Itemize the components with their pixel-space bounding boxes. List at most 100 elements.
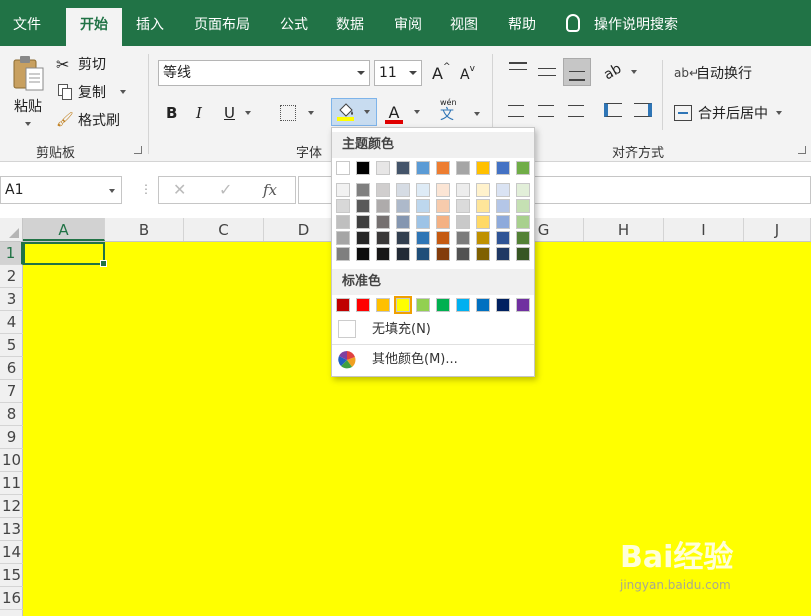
theme-color-swatch[interactable] bbox=[336, 161, 350, 175]
standard-color-swatch[interactable] bbox=[476, 298, 490, 312]
row-header-1[interactable]: 1 bbox=[0, 242, 23, 265]
theme-shade-swatch[interactable] bbox=[436, 215, 450, 229]
tab-1[interactable]: 开始 bbox=[66, 8, 122, 46]
theme-shade-swatch[interactable] bbox=[356, 183, 370, 197]
theme-shade-swatch[interactable] bbox=[496, 247, 510, 261]
enter-icon[interactable]: ✓ bbox=[219, 180, 232, 199]
row-header-9[interactable]: 9 bbox=[0, 426, 23, 449]
tab-2[interactable]: 插入 bbox=[126, 8, 174, 46]
theme-shade-swatch[interactable] bbox=[436, 199, 450, 213]
theme-shade-swatch[interactable] bbox=[476, 199, 490, 213]
theme-shade-swatch[interactable] bbox=[496, 215, 510, 229]
align-bottom-button[interactable] bbox=[563, 58, 591, 86]
font-color-button[interactable]: A bbox=[384, 98, 420, 126]
tab-0[interactable]: 文件 bbox=[0, 8, 54, 46]
row-header-11[interactable]: 11 bbox=[0, 472, 23, 495]
theme-color-swatch[interactable] bbox=[416, 161, 430, 175]
row-header-6[interactable]: 6 bbox=[0, 357, 23, 380]
fill-color-button[interactable] bbox=[331, 98, 377, 126]
standard-color-swatch[interactable] bbox=[336, 298, 350, 312]
theme-shade-swatch[interactable] bbox=[376, 231, 390, 245]
theme-color-swatch[interactable] bbox=[396, 161, 410, 175]
standard-color-swatch[interactable] bbox=[516, 298, 530, 312]
column-header-h[interactable]: H bbox=[584, 218, 664, 241]
theme-shade-swatch[interactable] bbox=[456, 247, 470, 261]
theme-color-swatch[interactable] bbox=[516, 161, 530, 175]
row-header-7[interactable]: 7 bbox=[0, 380, 23, 403]
theme-shade-swatch[interactable] bbox=[416, 199, 430, 213]
theme-shade-swatch[interactable] bbox=[416, 247, 430, 261]
cancel-icon[interactable]: ✕ bbox=[173, 180, 186, 199]
copy-button[interactable]: 复制 bbox=[56, 82, 126, 102]
theme-shade-swatch[interactable] bbox=[336, 247, 350, 261]
column-header-i[interactable]: I bbox=[664, 218, 744, 241]
row-header-14[interactable]: 14 bbox=[0, 541, 23, 564]
theme-shade-swatch[interactable] bbox=[416, 183, 430, 197]
standard-color-swatch[interactable] bbox=[376, 298, 390, 312]
align-center-button[interactable] bbox=[538, 104, 558, 118]
tab-3[interactable]: 页面布局 bbox=[180, 8, 264, 46]
theme-shade-swatch[interactable] bbox=[476, 247, 490, 261]
theme-shade-swatch[interactable] bbox=[376, 215, 390, 229]
row-header-12[interactable]: 12 bbox=[0, 495, 23, 518]
tab-5[interactable]: 数据 bbox=[326, 8, 374, 46]
standard-color-swatch[interactable] bbox=[496, 298, 510, 312]
italic-button[interactable]: I bbox=[196, 102, 202, 124]
active-cell-a1[interactable] bbox=[23, 242, 107, 267]
theme-shade-swatch[interactable] bbox=[336, 231, 350, 245]
align-top-button[interactable] bbox=[508, 62, 528, 78]
theme-shade-swatch[interactable] bbox=[516, 199, 530, 213]
row-header-2[interactable]: 2 bbox=[0, 265, 23, 288]
theme-shade-swatch[interactable] bbox=[436, 247, 450, 261]
tab-6[interactable]: 审阅 bbox=[384, 8, 432, 46]
theme-shade-swatch[interactable] bbox=[356, 231, 370, 245]
row-header-13[interactable]: 13 bbox=[0, 518, 23, 541]
cut-button[interactable]: ✂ 剪切 bbox=[56, 54, 106, 74]
row-header-4[interactable]: 4 bbox=[0, 311, 23, 334]
align-right-button[interactable] bbox=[568, 104, 588, 118]
column-header-b[interactable]: B bbox=[105, 218, 184, 241]
decrease-font-size-button[interactable]: Av bbox=[460, 64, 475, 86]
theme-shade-swatch[interactable] bbox=[396, 199, 410, 213]
theme-shade-swatch[interactable] bbox=[336, 199, 350, 213]
underline-button[interactable]: U bbox=[224, 102, 251, 124]
standard-color-swatch[interactable] bbox=[436, 298, 450, 312]
row-header-5[interactable]: 5 bbox=[0, 334, 23, 357]
theme-shade-swatch[interactable] bbox=[376, 183, 390, 197]
more-colors-item[interactable]: 其他颜色(M)... bbox=[332, 347, 534, 373]
theme-shade-swatch[interactable] bbox=[476, 231, 490, 245]
column-header-a[interactable]: A bbox=[23, 218, 105, 241]
theme-shade-swatch[interactable] bbox=[396, 231, 410, 245]
theme-shade-swatch[interactable] bbox=[376, 199, 390, 213]
orientation-button[interactable]: ab bbox=[601, 61, 638, 83]
row-header-15[interactable]: 15 bbox=[0, 564, 23, 587]
bold-button[interactable]: B bbox=[166, 102, 177, 124]
standard-color-swatch[interactable] bbox=[416, 298, 430, 312]
phonetic-guide-button[interactable]: wén 文 bbox=[440, 98, 457, 126]
decrease-indent-button[interactable] bbox=[604, 102, 624, 118]
theme-shade-swatch[interactable] bbox=[456, 215, 470, 229]
chevron-down-icon[interactable] bbox=[474, 112, 480, 116]
theme-shade-swatch[interactable] bbox=[356, 247, 370, 261]
theme-shade-swatch[interactable] bbox=[416, 215, 430, 229]
theme-color-swatch[interactable] bbox=[456, 161, 470, 175]
theme-shade-swatch[interactable] bbox=[396, 215, 410, 229]
column-header-c[interactable]: C bbox=[184, 218, 264, 241]
theme-color-swatch[interactable] bbox=[476, 161, 490, 175]
theme-shade-swatch[interactable] bbox=[376, 247, 390, 261]
font-size-select[interactable]: 11 bbox=[374, 60, 422, 86]
theme-shade-swatch[interactable] bbox=[456, 199, 470, 213]
theme-shade-swatch[interactable] bbox=[516, 231, 530, 245]
tab-4[interactable]: 公式 bbox=[270, 8, 318, 46]
theme-shade-swatch[interactable] bbox=[496, 199, 510, 213]
merge-center-button[interactable]: 合并后居中 bbox=[674, 102, 782, 124]
tab-7[interactable]: 视图 bbox=[440, 8, 488, 46]
row-header-8[interactable]: 8 bbox=[0, 403, 23, 426]
row-header-3[interactable]: 3 bbox=[0, 288, 23, 311]
row-header-16[interactable]: 16 bbox=[0, 587, 23, 610]
standard-color-swatch[interactable] bbox=[394, 296, 412, 314]
wrap-text-button[interactable]: ab↵ 自动换行 bbox=[674, 62, 752, 84]
select-all-corner[interactable] bbox=[0, 218, 23, 241]
theme-color-swatch[interactable] bbox=[436, 161, 450, 175]
theme-shade-swatch[interactable] bbox=[396, 247, 410, 261]
